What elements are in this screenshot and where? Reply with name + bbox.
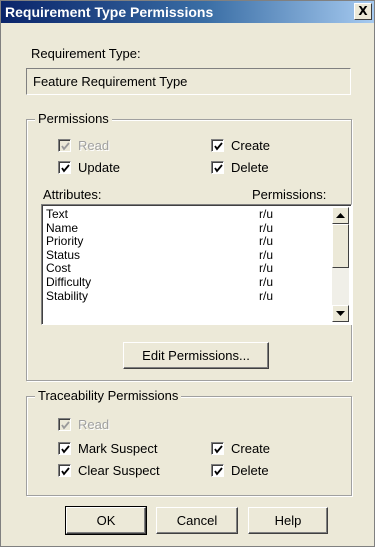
- attribute-permission: r/u: [259, 234, 274, 249]
- checkmark-icon: [61, 142, 70, 151]
- attributes-listbox[interactable]: Text r/u Name r/u Priority r/u Status r/u Cost r/…: [41, 204, 352, 325]
- attribute-row[interactable]: Text r/u: [46, 207, 273, 221]
- checkmark-icon: [61, 467, 70, 476]
- checkbox-box[interactable]: [211, 464, 224, 477]
- perm-read-label: Read: [78, 138, 110, 153]
- checkbox-box[interactable]: [58, 442, 71, 455]
- checkbox-box[interactable]: [211, 139, 224, 152]
- attributes-header: Attributes:: [43, 187, 102, 202]
- perm-update-checkbox[interactable]: Update: [58, 160, 120, 175]
- close-icon: X: [358, 4, 368, 18]
- title-bar: Requirement Type Permissions X: [1, 1, 374, 23]
- requirement-type-label: Requirement Type:: [31, 46, 141, 61]
- attribute-row[interactable]: Cost r/u: [46, 261, 273, 276]
- arrow-up-icon: [336, 213, 345, 218]
- listbox-scrollbar[interactable]: [332, 207, 349, 322]
- trace-delete-label: Delete: [231, 463, 269, 478]
- edit-permissions-button[interactable]: Edit Permissions...: [123, 342, 269, 369]
- attribute-row[interactable]: Name r/u: [46, 220, 273, 235]
- permissions-group-label: Permissions: [35, 111, 112, 126]
- attribute-permission: r/u: [259, 207, 274, 221]
- perm-create-label: Create: [231, 138, 271, 153]
- checkmark-icon: [61, 164, 70, 173]
- trace-create-label: Create: [231, 441, 271, 456]
- arrow-down-icon: [336, 311, 345, 316]
- scroll-up-button[interactable]: [332, 207, 349, 224]
- attribute-name: Stability: [46, 288, 89, 303]
- perm-delete-checkbox[interactable]: Delete: [211, 160, 269, 175]
- permissions-header: Permissions:: [252, 187, 327, 202]
- attribute-permission: r/u: [259, 261, 274, 276]
- attribute-row[interactable]: Stability r/u: [46, 288, 273, 303]
- attribute-row[interactable]: Priority r/u: [46, 234, 273, 249]
- mark-suspect-label: Mark Suspect: [78, 441, 158, 456]
- checkmark-icon: [61, 445, 70, 454]
- mark-suspect-checkbox[interactable]: Mark Suspect: [58, 441, 157, 456]
- traceability-group-label: Traceability Permissions: [35, 388, 182, 403]
- perm-update-label: Update: [78, 160, 120, 175]
- attribute-name: Difficulty: [46, 275, 92, 289]
- close-button[interactable]: X: [354, 3, 372, 20]
- clear-suspect-checkbox[interactable]: Clear Suspect: [58, 463, 160, 478]
- trace-create-checkbox[interactable]: Create: [211, 441, 270, 456]
- checkmark-icon: [61, 421, 70, 430]
- attribute-name: Cost: [46, 261, 71, 276]
- requirement-type-permissions-dialog: Requirement Type Permissions X Requireme…: [0, 0, 375, 547]
- checkmark-icon: [214, 142, 223, 151]
- attribute-name: Name: [46, 220, 79, 235]
- attribute-permission: r/u: [259, 288, 274, 303]
- clear-suspect-label: Clear Suspect: [78, 463, 160, 478]
- attribute-permission: r/u: [259, 247, 274, 262]
- attribute-permission: r/u: [259, 275, 274, 289]
- ok-button[interactable]: OK: [65, 506, 147, 535]
- help-button[interactable]: Help: [248, 507, 328, 534]
- attribute-name: Status: [46, 247, 81, 262]
- cancel-button[interactable]: Cancel: [156, 507, 238, 534]
- checkmark-icon: [214, 164, 223, 173]
- requirement-type-field: Feature Requirement Type: [26, 68, 351, 95]
- checkbox-box[interactable]: [211, 161, 224, 174]
- checkmark-icon: [214, 467, 223, 476]
- trace-read-label: Read: [78, 417, 110, 432]
- dialog-title: Requirement Type Permissions: [5, 4, 214, 20]
- trace-delete-checkbox[interactable]: Delete: [211, 463, 269, 478]
- perm-delete-label: Delete: [231, 160, 269, 175]
- checkbox-box: [58, 418, 71, 431]
- checkbox-box[interactable]: [211, 442, 224, 455]
- checkbox-box[interactable]: [58, 464, 71, 477]
- attribute-row[interactable]: Status r/u: [46, 247, 273, 262]
- scroll-down-button[interactable]: [332, 305, 349, 322]
- attribute-permission: r/u: [259, 220, 274, 235]
- attribute-name: Text: [46, 207, 69, 221]
- checkbox-box[interactable]: [58, 161, 71, 174]
- checkmark-icon: [214, 445, 223, 454]
- perm-create-checkbox[interactable]: Create: [211, 138, 270, 153]
- scroll-thumb[interactable]: [332, 224, 349, 268]
- trace-read-checkbox: Read: [58, 417, 109, 432]
- attribute-row[interactable]: Difficulty r/u: [46, 275, 273, 289]
- perm-read-checkbox: Read: [58, 138, 109, 153]
- attribute-name: Priority: [46, 234, 84, 249]
- checkbox-box: [58, 139, 71, 152]
